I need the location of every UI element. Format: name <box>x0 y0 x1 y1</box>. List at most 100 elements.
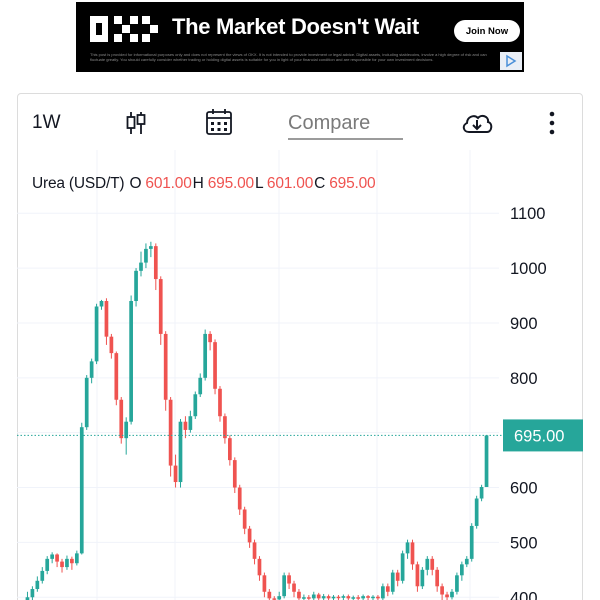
ad-choices-icon[interactable] <box>500 52 522 70</box>
candle <box>60 558 64 573</box>
candle <box>89 358 94 384</box>
candle <box>366 595 370 600</box>
last-price-badge-label: 695.00 <box>514 427 564 445</box>
candle-body <box>84 377 89 428</box>
candle-body <box>223 416 227 439</box>
candle <box>242 506 247 535</box>
candle <box>237 484 242 515</box>
candle-body <box>158 279 163 334</box>
chart-toolbar: 1W <box>18 94 582 150</box>
candle <box>25 591 30 600</box>
ad-banner[interactable]: The Market Doesn't Wait Join Now This po… <box>76 2 524 72</box>
candle <box>35 576 40 592</box>
candle <box>435 567 440 592</box>
candle-body <box>440 586 444 595</box>
candle <box>341 594 346 600</box>
candle <box>272 596 277 600</box>
candle <box>455 572 459 595</box>
candle <box>203 329 208 381</box>
candle <box>144 243 148 269</box>
candle <box>351 595 356 600</box>
candle-body <box>45 558 50 571</box>
candle-body <box>346 596 351 599</box>
candle-body <box>321 596 326 599</box>
candle <box>94 303 99 365</box>
candle-body <box>336 596 341 599</box>
candle <box>247 525 252 548</box>
candle-body <box>247 528 252 543</box>
price-axis-tick-label: 800 <box>510 370 538 388</box>
candle-body <box>460 564 464 576</box>
calendar-icon[interactable] <box>204 106 234 138</box>
candle-body <box>381 586 385 599</box>
candle <box>331 595 336 600</box>
candle <box>65 555 69 570</box>
candle <box>124 417 129 455</box>
price-axis[interactable]: 400 500 600 800 900 1000 1100 695.00 <box>503 205 583 600</box>
price-axis-tick-label: 400 <box>510 589 538 600</box>
compare-input[interactable] <box>288 108 403 140</box>
candle-body <box>114 353 119 400</box>
candle <box>134 268 138 307</box>
candle-body <box>40 570 45 581</box>
candle <box>109 333 114 359</box>
candle <box>430 556 435 576</box>
candle-body <box>65 558 69 568</box>
price-axis-tick-label: 900 <box>510 315 538 333</box>
candle-body <box>282 575 286 597</box>
candle-body <box>425 558 430 570</box>
candle <box>287 572 291 590</box>
candle-body <box>366 596 370 598</box>
candle <box>336 595 341 600</box>
legend-close-label: C <box>314 175 326 192</box>
candle-body <box>311 594 316 599</box>
ad-join-now-button[interactable]: Join Now <box>454 20 520 42</box>
candle-body <box>415 564 420 587</box>
candle <box>262 572 267 598</box>
candle <box>158 276 163 345</box>
legend-low-label: L <box>254 175 263 192</box>
price-axis-tick-label: 1000 <box>510 260 547 278</box>
candle-body <box>144 248 148 263</box>
candle <box>415 561 420 592</box>
candle-body <box>302 597 306 599</box>
more-options-icon[interactable] <box>540 108 564 138</box>
candle <box>129 295 133 425</box>
price-axis-tick-label: 500 <box>510 534 538 552</box>
candle <box>183 416 188 439</box>
interval-button[interactable]: 1W <box>32 108 61 138</box>
candle-body <box>168 399 173 466</box>
candle <box>163 331 168 411</box>
candle <box>208 331 212 351</box>
candle <box>464 556 469 568</box>
candle-body <box>74 553 79 564</box>
candle-body <box>79 427 84 554</box>
price-chart[interactable]: 400 500 600 800 900 1000 1100 695.00 <box>17 150 583 600</box>
candle-body <box>232 460 237 488</box>
candle-body <box>193 394 198 417</box>
candle <box>400 550 405 584</box>
candle <box>425 556 430 576</box>
candle-body <box>287 575 291 584</box>
candle-body <box>464 558 469 565</box>
cloud-download-icon[interactable] <box>459 108 495 138</box>
candle <box>306 595 311 600</box>
candle-body <box>153 246 158 280</box>
candle <box>292 580 296 598</box>
candle <box>420 567 425 590</box>
candle-body <box>119 399 124 439</box>
candle <box>74 550 79 566</box>
candle <box>346 594 351 600</box>
candle <box>252 539 257 565</box>
candle-body <box>410 542 415 565</box>
candle <box>119 397 124 444</box>
candle-body <box>257 558 262 576</box>
candle-body <box>252 542 257 559</box>
okx-logo-icon <box>90 16 158 42</box>
legend-open-value: 601.00 <box>145 175 192 192</box>
candle-body <box>109 336 114 354</box>
candle-body <box>277 596 282 600</box>
candle <box>84 375 89 430</box>
legend-high-label: H <box>192 175 204 192</box>
candles-icon[interactable] <box>121 108 151 138</box>
